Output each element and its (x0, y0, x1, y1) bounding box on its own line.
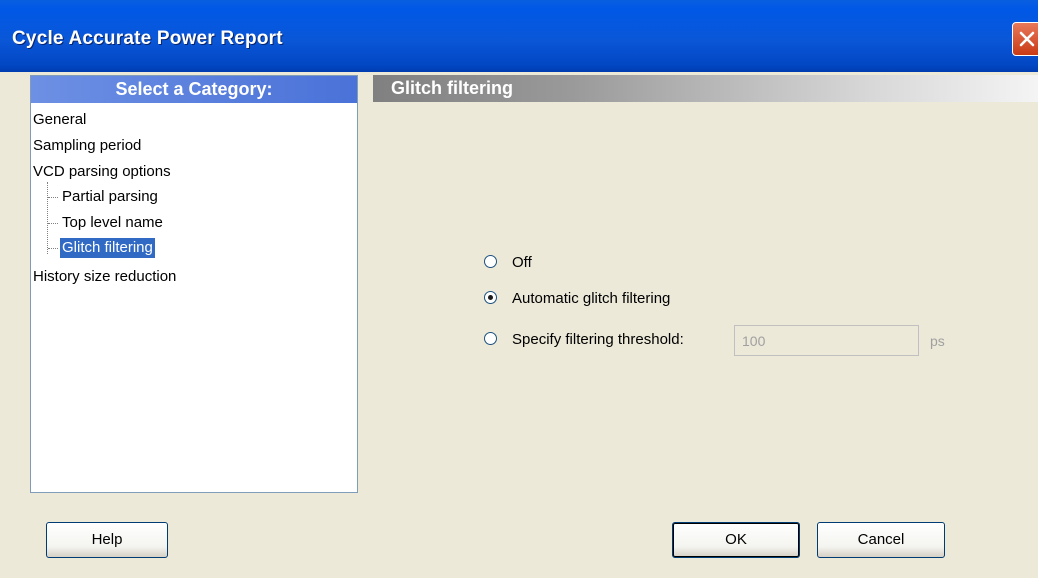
option-off-label: Off (512, 254, 532, 271)
option-automatic-label: Automatic glitch filtering (512, 290, 671, 307)
window-title: Cycle Accurate Power Report (12, 28, 283, 49)
threshold-input[interactable] (734, 325, 919, 356)
tree-connector (48, 248, 58, 249)
close-button[interactable] (1012, 22, 1038, 56)
category-item-glitch-filtering[interactable]: Glitch filtering (60, 238, 155, 258)
radio-specify-threshold[interactable] (484, 332, 497, 345)
option-specify-threshold-label: Specify filtering threshold: (512, 331, 684, 348)
title-bar[interactable]: Cycle Accurate Power Report (0, 0, 1038, 72)
tree-connector (48, 197, 58, 198)
threshold-unit: ps (930, 333, 945, 349)
category-item-general[interactable]: General (33, 110, 86, 130)
category-item-partial-parsing[interactable]: Partial parsing (62, 187, 158, 207)
tree-connector (48, 223, 58, 224)
category-item-sampling-period[interactable]: Sampling period (33, 136, 141, 156)
category-item-top-level-name[interactable]: Top level name (62, 213, 163, 233)
radio-off[interactable] (484, 255, 497, 268)
radio-automatic[interactable] (484, 291, 497, 304)
tree-connector (47, 182, 48, 254)
ok-button[interactable]: OK (672, 522, 800, 558)
category-item-vcd-parsing-options[interactable]: VCD parsing options (33, 162, 171, 182)
help-button[interactable]: Help (46, 522, 168, 558)
cancel-button[interactable]: Cancel (817, 522, 945, 558)
category-item-history-size-reduction[interactable]: History size reduction (33, 267, 176, 287)
section-title: Glitch filtering (373, 75, 1038, 102)
close-icon (1019, 31, 1035, 47)
category-header: Select a Category: (31, 76, 357, 103)
category-panel: Select a Category: General Sampling peri… (30, 75, 358, 493)
